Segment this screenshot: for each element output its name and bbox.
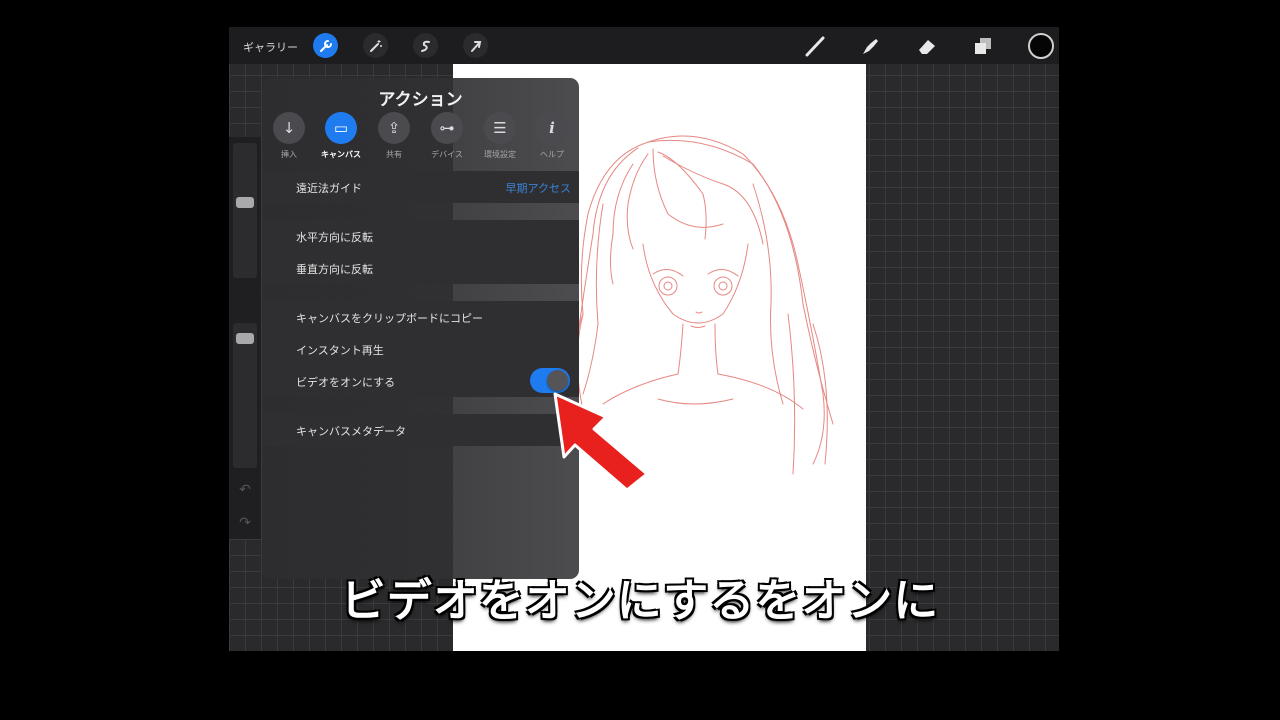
red-arrow-annotation: [553, 392, 649, 492]
video-caption: ビデオをオンにするをオンに: [340, 574, 940, 627]
procreate-screen: ギャラリー ↶ ↷ アクション ↓ 挿入 ▭ キャンバス ⇪ 共有 ⊶ デバイス…: [229, 27, 1059, 651]
